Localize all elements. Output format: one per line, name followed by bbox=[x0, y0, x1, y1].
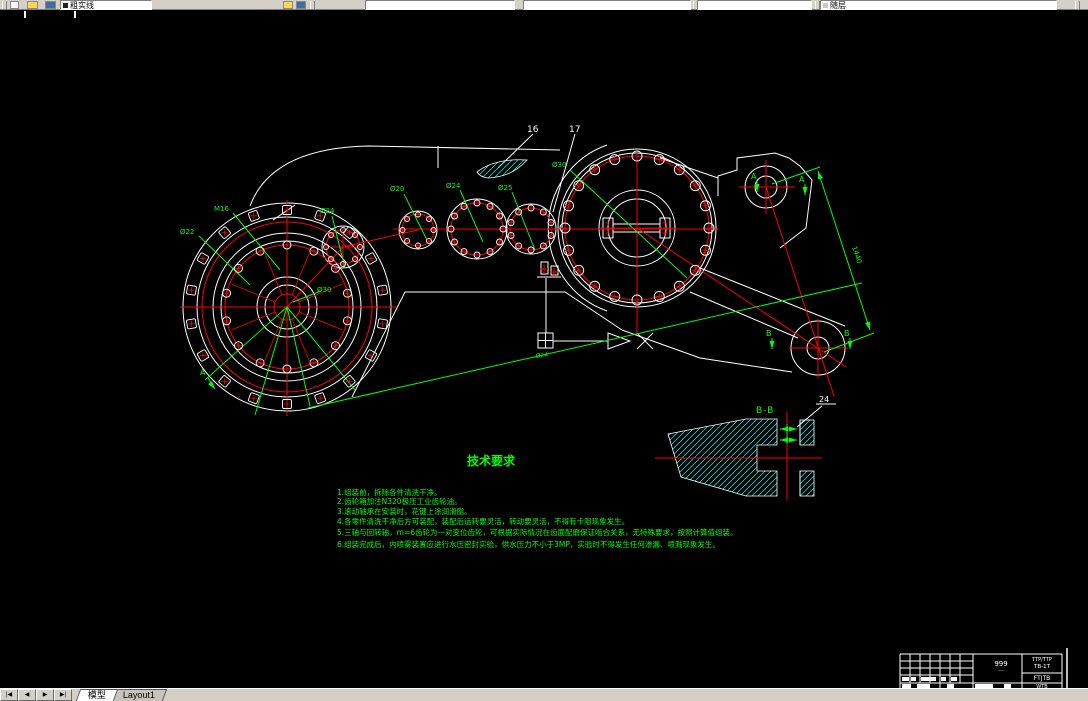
label-gear1: Ø20 bbox=[390, 185, 404, 193]
layer-state-combo[interactable] bbox=[365, 0, 515, 10]
part-label-16: 16 bbox=[527, 125, 539, 135]
bolt-circles bbox=[186, 150, 870, 443]
color-combo-value: 随层 bbox=[830, 1, 846, 10]
color-swatch bbox=[823, 3, 828, 8]
title-block: 999 ··· TTP/TTP TB-1T FTJTB WTB bbox=[899, 648, 1068, 690]
layout-tab-bar: |◀ ◀ ▶ ▶| 模型 Layout1 bbox=[0, 688, 1088, 701]
drawing-area: 16 17 24 M16 Ø22 Ø24 Ø30 Ø20 Ø24 Ø25 Ø30… bbox=[0, 10, 1088, 690]
layers-icon[interactable] bbox=[283, 1, 293, 9]
model-canvas[interactable]: 16 17 24 M16 Ø22 Ø24 Ø30 Ø20 Ø24 Ø25 Ø30… bbox=[0, 10, 1088, 690]
title-code-2: TB-1T bbox=[1033, 664, 1051, 670]
title-weight: 999 bbox=[994, 660, 1007, 668]
part-label-17: 17 bbox=[569, 125, 580, 135]
label-d24: Ø24 bbox=[320, 207, 335, 215]
section-a-mark-3: A bbox=[200, 368, 206, 377]
section-bb-label: B-B bbox=[756, 406, 774, 416]
tech-item-4: 4.各零件清洗干净后方可装配，装配后运转要灵活，转动要灵活，不得有卡阻现象发生。 bbox=[337, 516, 629, 526]
tab-nav-next[interactable]: ▶ bbox=[36, 689, 54, 701]
layer-color-swatch bbox=[63, 3, 68, 8]
section-b-mark-2: B bbox=[844, 329, 850, 338]
title-code-1: TTP/TTP bbox=[1031, 657, 1052, 663]
tab-nav-last[interactable]: ▶| bbox=[54, 689, 72, 701]
toolbar-grip[interactable] bbox=[2, 1, 7, 9]
tech-requirements: 技术要求 1.组装前，拆除各件清洗干净。 2.齿轮箱加注N320极压工业齿轮油。… bbox=[337, 453, 738, 549]
section-a-mark-1: A bbox=[751, 172, 757, 181]
toolbar-grip2[interactable] bbox=[310, 1, 315, 9]
label-gear3: Ø25 bbox=[498, 184, 512, 192]
tech-title: 技术要求 bbox=[467, 453, 516, 468]
title-weight-dots: ··· bbox=[998, 668, 1004, 675]
part-label-24: 24 bbox=[819, 395, 829, 404]
top-toolbar: 粗实线 随层 bbox=[0, 0, 1088, 10]
label-gear2: Ø24 bbox=[446, 182, 461, 190]
toolbar-grip5[interactable] bbox=[1075, 1, 1080, 9]
save-file-icon[interactable] bbox=[45, 1, 56, 9]
new-file-icon[interactable] bbox=[10, 1, 19, 9]
lineweight-combo[interactable] bbox=[697, 0, 812, 10]
label-d22: Ø22 bbox=[180, 228, 194, 236]
main-dimension: 1440 bbox=[850, 245, 863, 264]
section-a-mark-2: A bbox=[799, 175, 805, 184]
label-d30: Ø30 bbox=[317, 286, 331, 294]
inline-dimension: Ø24 bbox=[535, 352, 548, 360]
label-drum: Ø30 bbox=[552, 161, 566, 169]
open-file-icon[interactable] bbox=[27, 1, 38, 9]
sheet-top-ticks bbox=[24, 11, 76, 18]
label-m16: M16 bbox=[214, 205, 229, 213]
layer-props-icon[interactable] bbox=[296, 1, 306, 9]
tab-nav-first[interactable]: |◀ bbox=[0, 689, 18, 701]
layer-combo[interactable]: 粗实线 bbox=[60, 0, 152, 10]
title-part-name: FTJTB bbox=[1034, 675, 1051, 682]
tech-item-1: 1.组装前，拆除各件清洗干净。 bbox=[337, 487, 442, 497]
tech-item-5: 5.三轴与回转轴，m=6齿轮为一对变位齿轮，可根据实际情况在齿面配磨保证啮合关系… bbox=[337, 527, 738, 537]
tech-item-3: 3.滚动轴承在安装时，花键上涂润滑脂。 bbox=[337, 506, 472, 516]
tab-nav-prev[interactable]: ◀ bbox=[18, 689, 36, 701]
layer-combo-value: 粗实线 bbox=[70, 1, 94, 10]
tech-item-6: 6.组装完成后，内喷雾装置应进行水压密封实验，供水压力不小于3MP，实验时不得发… bbox=[337, 539, 720, 549]
section-hatching bbox=[476, 159, 815, 497]
tech-item-2: 2.齿轮箱加注N320极压工业齿轮油。 bbox=[337, 496, 462, 506]
tab-model[interactable]: 模型 bbox=[75, 689, 119, 701]
section-b-mark-1: B bbox=[766, 329, 772, 338]
color-combo[interactable]: 随层 bbox=[820, 0, 1057, 10]
tab-layout1[interactable]: Layout1 bbox=[110, 689, 168, 701]
linetype-combo[interactable] bbox=[523, 0, 691, 10]
